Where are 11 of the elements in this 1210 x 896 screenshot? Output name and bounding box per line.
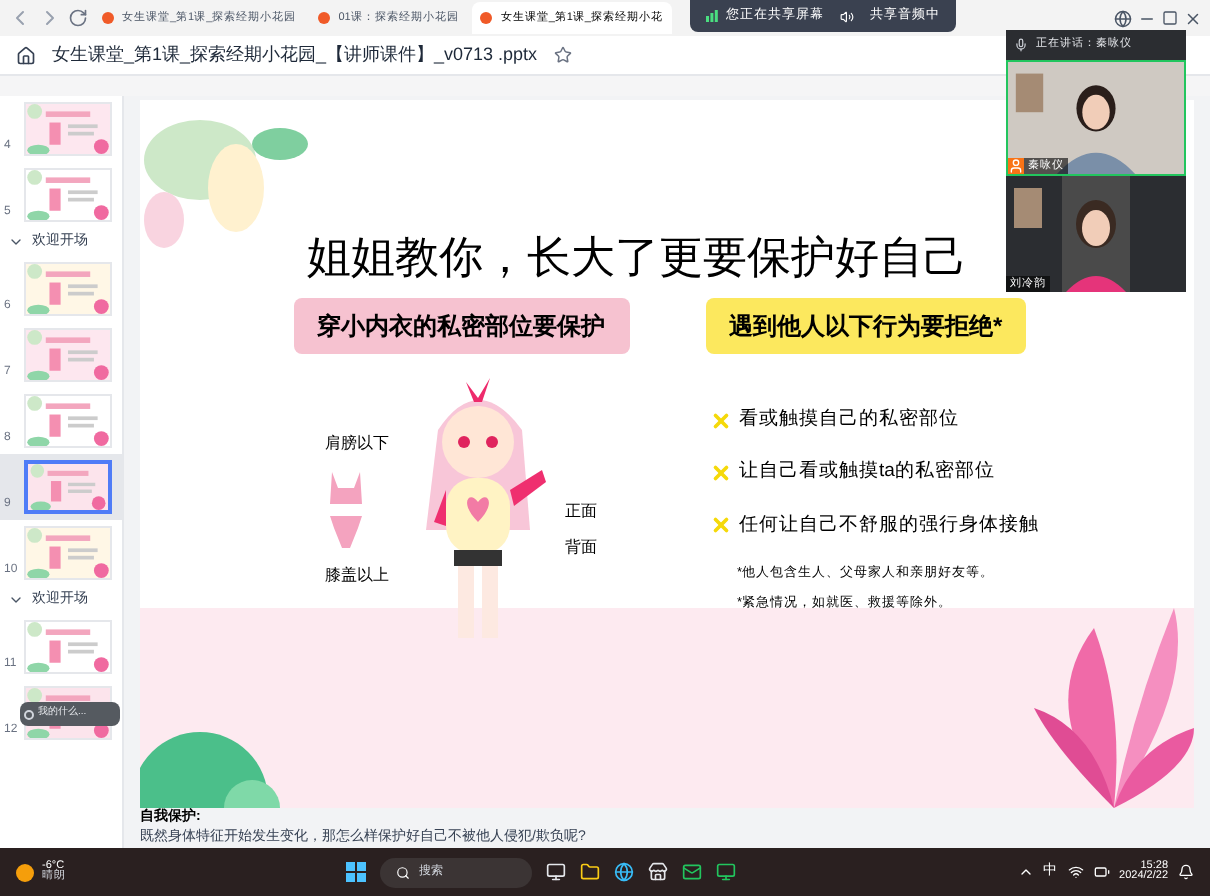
rule-text: 看或触摸自己的私密部位 xyxy=(739,406,959,434)
side-label: 背面 xyxy=(565,536,597,560)
slide-title: 姐姐教你，长大了更要保护好自己 xyxy=(307,230,967,286)
body-label: 肩膀以下 xyxy=(325,432,389,456)
rule-text: 让自己看或触摸ta的私密部位 xyxy=(739,458,995,487)
section-heading: 遇到他人以下行为要拒绝* xyxy=(705,298,1027,354)
section-heading: 穿小内衣的私密部位要保护 xyxy=(293,298,629,354)
body-label: 膝盖以上 xyxy=(325,564,389,588)
document-title: 女生课堂_第1课_探索经期小花园_【讲师课件】_v0713 .pptx xyxy=(52,41,538,68)
side-label: 正面 xyxy=(565,500,597,524)
rule-text: 任何让自己不舒服的强行身体接触 xyxy=(739,511,1039,539)
